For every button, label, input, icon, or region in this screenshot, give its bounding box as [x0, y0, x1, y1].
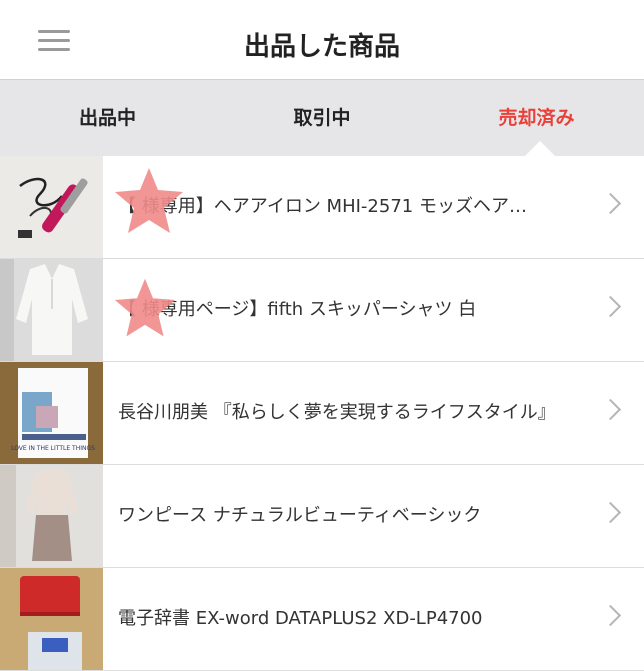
item-title: 長谷川朋美 『私らしく夢を実現するライフスタイル』 [118, 402, 556, 423]
book-thumbnail: LOVE IN THE LITTLE THINGS [0, 362, 103, 464]
list-item[interactable]: 【 様専用ページ】fifth スキッパーシャツ 白 [0, 259, 644, 362]
tab-listing[interactable]: 出品中 [0, 80, 215, 156]
tab-in-progress[interactable]: 取引中 [215, 80, 429, 156]
list-item[interactable]: 電子辞書 EX-word DATAPLUS2 XD-LP4700 [0, 568, 644, 671]
chevron-right-icon [599, 295, 622, 318]
redaction-mark [115, 168, 183, 233]
chevron-right-icon [599, 501, 622, 524]
app-header: 出品した商品 [0, 0, 644, 80]
list-item[interactable]: 【 様専用】ヘアアイロン MHI-2571 モッズヘア… [0, 156, 644, 259]
redaction-mark [114, 278, 176, 337]
chevron-right-icon [599, 604, 622, 627]
item-title: ワンピース ナチュラルビューティベーシック [118, 505, 482, 526]
active-tab-indicator [525, 141, 555, 156]
chevron-right-icon [599, 398, 622, 421]
list-item[interactable]: LOVE IN THE LITTLE THINGS 長谷川朋美 『私らしく夢を実… [0, 362, 644, 465]
list-item[interactable]: ワンピース ナチュラルビューティベーシック [0, 465, 644, 568]
electronic-dictionary-thumbnail [0, 568, 103, 670]
item-title: 【 様専用】ヘアアイロン MHI-2571 モッズヘア… [118, 196, 527, 217]
sold-items-list: 【 様専用】ヘアアイロン MHI-2571 モッズヘア… 【 様専用ページ】fi… [0, 156, 644, 671]
item-title: 電子辞書 EX-word DATAPLUS2 XD-LP4700 [118, 608, 483, 629]
white-shirt-thumbnail [0, 259, 103, 361]
chevron-right-icon [599, 192, 622, 215]
page-title: 出品した商品 [243, 32, 400, 62]
book-cover-text: LOVE IN THE LITTLE THINGS [11, 445, 95, 452]
item-title: 【 様専用ページ】fifth スキッパーシャツ 白 [118, 299, 477, 320]
hair-iron-thumbnail [0, 156, 103, 258]
dress-thumbnail [0, 465, 103, 567]
